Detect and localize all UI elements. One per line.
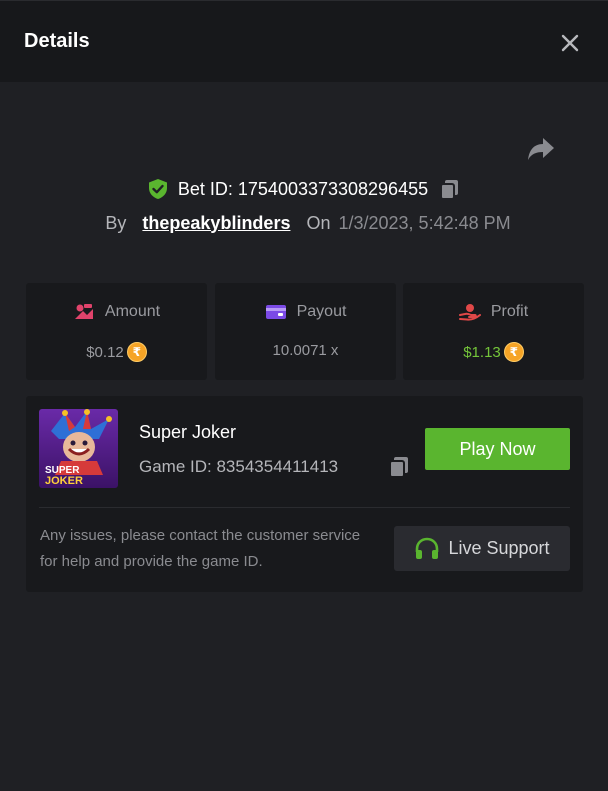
payout-label: Payout (296, 303, 347, 320)
bet-id: Bet ID: 1754003373308296455 (177, 178, 429, 199)
bet-id-row: Bet ID: 1754003373308296455 (0, 176, 608, 202)
payout-value: 10.0071 x (272, 342, 339, 359)
details-header: Details (0, 0, 608, 82)
profit-card: Profit $1.13 ₹ (403, 283, 584, 380)
bet-chip-icon (74, 304, 93, 319)
game-panel: SUPER JOKER Super Joker Game ID: 8354354… (26, 396, 583, 592)
close-icon (561, 34, 579, 52)
rupee-coin-icon: ₹ (126, 342, 147, 362)
live-support-label: Live Support (448, 538, 550, 558)
share-icon (528, 138, 554, 160)
username-link[interactable]: thepeakyblinders (142, 213, 290, 234)
amount-card: Amount $0.12 ₹ (26, 283, 207, 380)
payout-card: Payout 10.0071 x (215, 283, 396, 380)
hand-coin-icon (458, 304, 481, 321)
shield-check-icon (148, 179, 167, 199)
bet-datetime: 1/3/2023, 5:42:48 PM (338, 212, 511, 233)
divider (39, 507, 570, 508)
headset-icon (416, 537, 439, 559)
game-thumbnail[interactable]: SUPER JOKER (39, 409, 118, 488)
by-label: By (105, 212, 127, 233)
on-label: On (306, 212, 331, 233)
game-name: Super Joker (139, 422, 237, 442)
share-button[interactable] (526, 135, 556, 163)
game-id: Game ID: 8354354411413 (139, 457, 339, 476)
profit-label: Profit (490, 303, 529, 320)
copy-icon[interactable] (387, 455, 411, 479)
amount-label: Amount (104, 303, 161, 320)
joker-artwork: SUPER JOKER (39, 409, 118, 488)
profit-value: $1.13 (463, 343, 501, 361)
live-support-button[interactable]: Live Support (394, 526, 570, 571)
play-now-button[interactable]: Play Now (425, 428, 570, 470)
copy-icon[interactable] (439, 178, 461, 200)
bet-meta-row: By thepeakyblinders On 1/3/2023, 5:42:48… (0, 211, 608, 235)
support-note: Any issues, please contact the customer … (40, 527, 361, 570)
rupee-coin-icon: ₹ (503, 342, 524, 362)
thumbnail-text-joker: JOKER (45, 475, 83, 487)
amount-value: $0.12 (86, 343, 124, 361)
page-title: Details (24, 30, 90, 52)
wallet-icon (265, 305, 286, 319)
close-button[interactable] (556, 29, 584, 57)
